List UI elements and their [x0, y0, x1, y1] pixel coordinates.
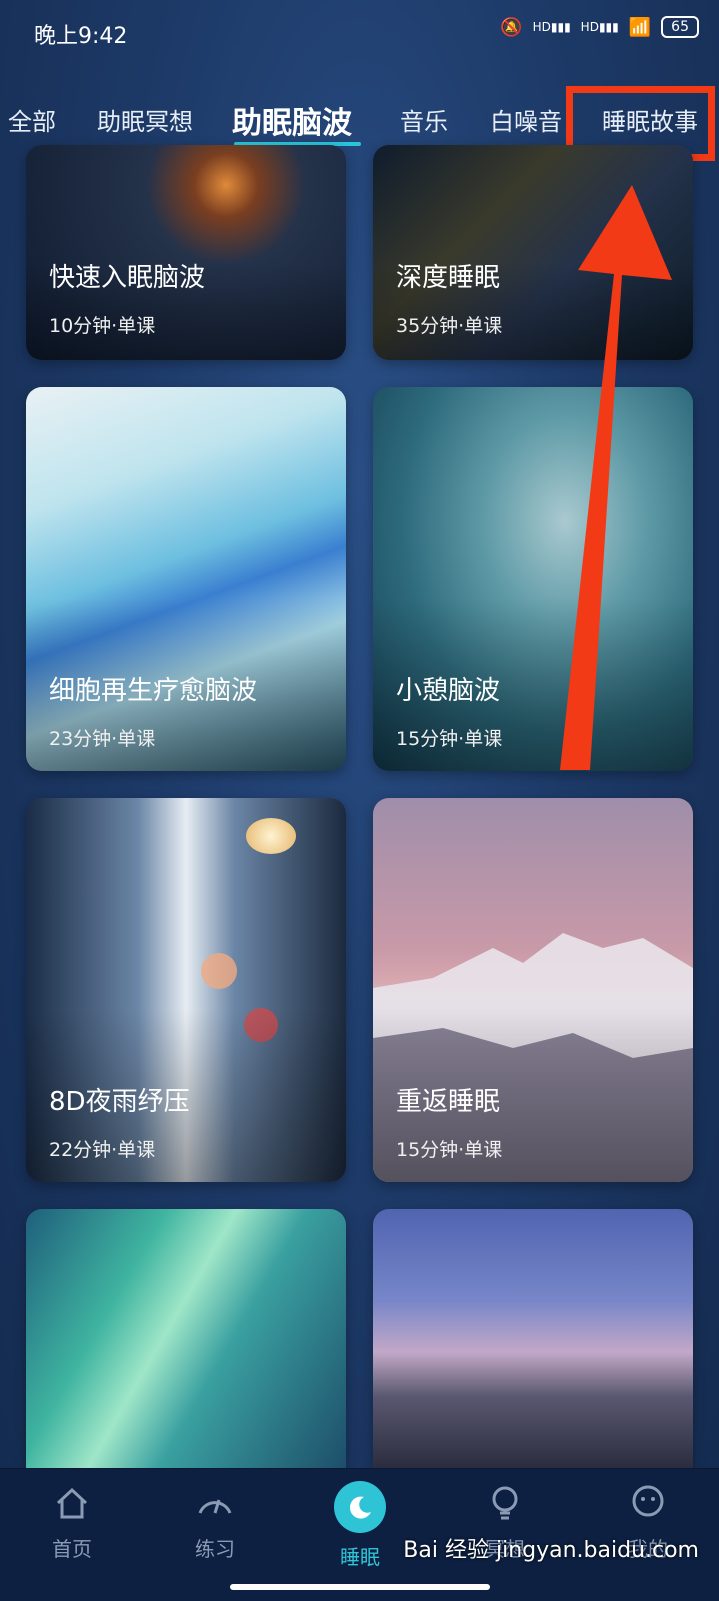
card-title: 8D夜雨纾压 [49, 1087, 190, 1117]
bell-muted-icon: 🔕 [500, 16, 523, 38]
card-title: 细胞再生疗愈脑波 [49, 676, 258, 706]
nav-practice[interactable]: 练习 [165, 1481, 265, 1562]
card-fast-sleep[interactable]: 快速入眠脑波 10分钟·单课 [26, 145, 346, 360]
tab-music[interactable]: 音乐 [400, 102, 448, 137]
nav-label: 首页 [52, 1537, 92, 1561]
card-cell-regeneration[interactable]: 细胞再生疗愈脑波 23分钟·单课 [26, 387, 346, 771]
tab-all[interactable]: 全部 [8, 102, 56, 137]
card-title: 深度睡眠 [396, 263, 501, 293]
baidu-watermark: Bai 经验 jingyan.baidu.com [403, 1538, 699, 1563]
card-meta: 15分钟·单课 [396, 728, 503, 750]
tab-sleep-meditation[interactable]: 助眠冥想 [97, 102, 193, 137]
card-meta: 23分钟·单课 [49, 728, 156, 750]
bokeh-light [201, 953, 237, 989]
nav-sleep[interactable]: 睡眠 [310, 1481, 410, 1570]
home-icon [50, 1481, 94, 1525]
battery-icon: 65 [661, 16, 699, 38]
bokeh-light [246, 818, 296, 854]
bulb-icon [483, 1481, 527, 1525]
nav-label: 练习 [195, 1537, 235, 1561]
home-indicator[interactable] [230, 1584, 490, 1590]
tab-white-noise[interactable]: 白噪音 [490, 102, 562, 137]
card-mountain-lake[interactable] [373, 1209, 693, 1469]
card-aurora[interactable] [26, 1209, 346, 1469]
card-return-to-sleep[interactable]: 重返睡眠 15分钟·单课 [373, 798, 693, 1182]
moon-icon [334, 1481, 386, 1533]
nav-home[interactable]: 首页 [22, 1481, 122, 1562]
signal-icon: HD▮▮▮ [532, 20, 571, 34]
card-deep-sleep[interactable]: 深度睡眠 35分钟·单课 [373, 145, 693, 360]
card-meta: 15分钟·单课 [396, 1139, 503, 1161]
card-8d-night-rain[interactable]: 8D夜雨纾压 22分钟·单课 [26, 798, 346, 1182]
status-icons: 🔕 HD▮▮▮ HD▮▮▮ 📶 65 [500, 16, 699, 38]
tab-brainwave[interactable]: 助眠脑波 [232, 98, 352, 142]
card-title: 小憩脑波 [396, 676, 501, 706]
signal-icon: HD▮▮▮ [580, 20, 619, 34]
gauge-icon [193, 1481, 237, 1525]
card-meta: 22分钟·单课 [49, 1139, 156, 1161]
nav-label: 睡眠 [340, 1545, 380, 1569]
card-meta: 35分钟·单课 [396, 315, 503, 337]
card-title: 重返睡眠 [396, 1087, 501, 1117]
card-nap-brainwave[interactable]: 小憩脑波 15分钟·单课 [373, 387, 693, 771]
status-time: 晚上9:42 [34, 24, 128, 49]
user-icon [626, 1481, 670, 1525]
status-bar: 晚上9:42 🔕 HD▮▮▮ HD▮▮▮ 📶 65 [0, 0, 719, 66]
wifi-icon: 📶 [628, 16, 652, 38]
card-title: 快速入眠脑波 [49, 263, 206, 293]
card-meta: 10分钟·单课 [49, 315, 156, 337]
